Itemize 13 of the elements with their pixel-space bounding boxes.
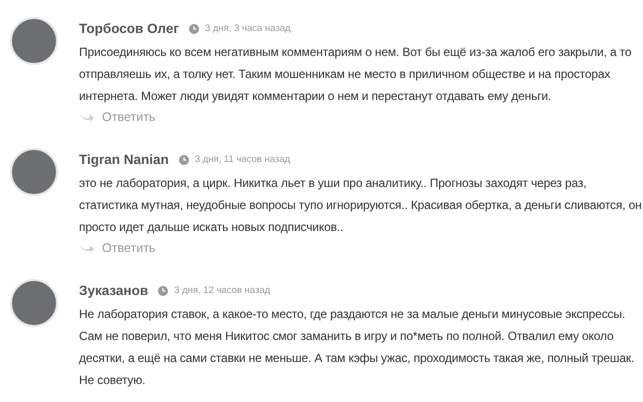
comment-text: Не лаборатория ставок, а какое-то место, где раздаются не за малые деньги минусовые экспрессы. Сам не поверил, что меня Никитос смог заманить в игру и по*меть по полной. Отвалил ему около десятки, а ещё на сами ставки не меньше. А там кэфы ужас, проходимость такая же, полный трешак. Не советую. — [79, 306, 636, 389]
comment-author: Зуказанов — [79, 283, 148, 298]
comment-time: 3 дня, 11 часов назад — [194, 154, 290, 165]
reply-link[interactable]: Ответить — [79, 241, 156, 255]
comment-author: Tigran Nanian — [79, 152, 169, 167]
comment-author: Торбосов Олег — [79, 21, 179, 36]
comment-text: Присоединяюсь ко всем негативным комментариям о нем. Вот бы ещё из-за жалоб его закрыли, а то отправляешь их, а толку нет. Таким мошенникам не место в приличном обществе и на просторах интернета. Может люди увидят комментарии о нем и перестанут отдавать ему деньги. — [79, 44, 632, 105]
reply-label: Ответить — [102, 241, 156, 255]
reply-label: Ответить — [102, 110, 156, 124]
reply-link[interactable]: Ответить — [79, 110, 156, 124]
comment-text: это не лаборатория, а цирк. Никитка льет в уши про аналитику.. Прогнозы заходят через раз, статистика мутная, неудобные вопросы тупо игнорируются.. Красивая обертка, а деньги сливаются, он просто идет дальше искать новых подписчиков.. — [79, 175, 643, 236]
comment-time: 3 дня, 3 часа назад — [204, 23, 291, 34]
comment-time: 3 дня, 12 часов назад — [174, 285, 270, 296]
